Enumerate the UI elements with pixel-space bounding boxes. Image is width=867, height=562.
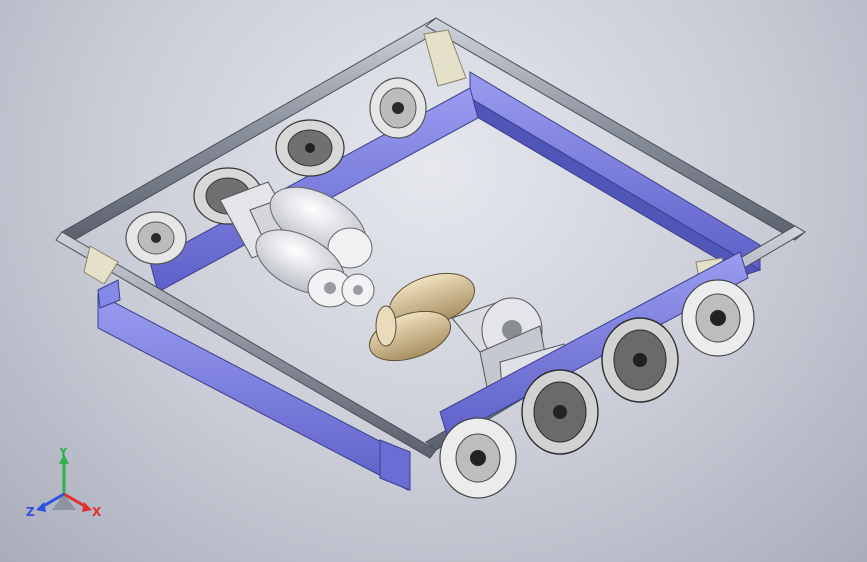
triad-y-label: Y	[58, 448, 68, 459]
left-traction-wheel-rear	[275, 119, 345, 177]
rear-frame-plate	[453, 71, 762, 276]
triad-z-arrow-icon	[36, 502, 46, 512]
right-traction-wheel-front	[521, 369, 599, 455]
triad-x-label: X	[92, 505, 102, 519]
triad-x-arrow-icon	[82, 502, 92, 512]
coordinate-triad: Y X Z	[26, 448, 102, 519]
robot-chassis-assembly[interactable]	[0, 0, 867, 562]
cad-graphics-viewport[interactable]: Y X Z	[0, 0, 867, 562]
left-omni-wheel-rear	[369, 77, 427, 139]
front-frame-plate	[97, 279, 411, 491]
right-omni-wheel-front	[439, 417, 517, 499]
triad-z-label: Z	[26, 505, 35, 519]
triad-base	[52, 494, 76, 510]
right-traction-wheel-rear	[601, 317, 679, 403]
right-omni-wheel-rear	[681, 279, 755, 357]
left-omni-wheel-front	[125, 211, 187, 265]
